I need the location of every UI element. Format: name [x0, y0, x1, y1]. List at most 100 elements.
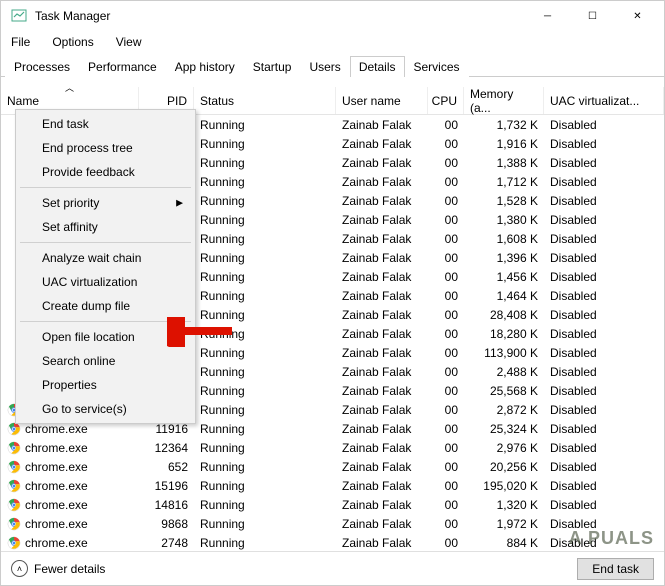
tab-app-history[interactable]: App history [166, 56, 244, 77]
cell-status: Running [194, 460, 336, 474]
tab-details[interactable]: Details [350, 56, 405, 77]
menu-item-analyze-wait-chain[interactable]: Analyze wait chain [18, 246, 193, 270]
header-status[interactable]: Status [194, 87, 336, 114]
cell-memory: 1,972 K [464, 517, 544, 531]
end-task-button[interactable]: End task [577, 558, 654, 580]
cell-status: Running [194, 327, 336, 341]
cell-cpu: 00 [428, 498, 464, 512]
cell-cpu: 00 [428, 232, 464, 246]
close-button[interactable]: ✕ [615, 1, 660, 31]
footer-bar: ˄ Fewer details End task [1, 551, 664, 585]
cell-cpu: 00 [428, 156, 464, 170]
cell-status: Running [194, 365, 336, 379]
cell-cpu: 00 [428, 308, 464, 322]
menu-item-open-file-location[interactable]: Open file location [18, 325, 193, 349]
cell-status: Running [194, 346, 336, 360]
menu-item-end-process-tree[interactable]: End process tree [18, 136, 193, 160]
submenu-arrow-icon: ▶ [176, 198, 183, 209]
cell-uac: Disabled [544, 441, 664, 455]
cell-uac: Disabled [544, 137, 664, 151]
cell-memory: 1,320 K [464, 498, 544, 512]
menu-item-create-dump-file[interactable]: Create dump file [18, 294, 193, 318]
menu-item-uac-virtualization[interactable]: UAC virtualization [18, 270, 193, 294]
window-title: Task Manager [33, 9, 525, 23]
cell-user: Zainab Falak [336, 460, 428, 474]
cell-user: Zainab Falak [336, 270, 428, 284]
cell-name: chrome.exe [1, 479, 139, 493]
cell-cpu: 00 [428, 346, 464, 360]
tab-users[interactable]: Users [300, 56, 349, 77]
menu-item-set-affinity[interactable]: Set affinity [18, 215, 193, 239]
cell-uac: Disabled [544, 365, 664, 379]
menu-item-properties[interactable]: Properties [18, 373, 193, 397]
cell-uac: Disabled [544, 213, 664, 227]
cell-pid: 2748 [139, 536, 194, 550]
menu-separator [20, 187, 191, 188]
cell-cpu: 00 [428, 422, 464, 436]
tab-performance[interactable]: Performance [79, 56, 166, 77]
menu-item-provide-feedback[interactable]: Provide feedback [18, 160, 193, 184]
header-cpu[interactable]: CPU [428, 87, 464, 114]
cell-memory: 18,280 K [464, 327, 544, 341]
cell-uac: Disabled [544, 403, 664, 417]
cell-status: Running [194, 441, 336, 455]
cell-uac: Disabled [544, 384, 664, 398]
menu-separator [20, 242, 191, 243]
cell-user: Zainab Falak [336, 479, 428, 493]
menu-file[interactable]: File [7, 33, 34, 51]
cell-status: Running [194, 251, 336, 265]
table-row[interactable]: chrome.exe15196RunningZainab Falak00195,… [1, 476, 664, 495]
cell-status: Running [194, 479, 336, 493]
header-user[interactable]: User name [336, 87, 428, 114]
header-uac[interactable]: UAC virtualizat... [544, 87, 664, 114]
cell-memory: 1,712 K [464, 175, 544, 189]
table-row[interactable]: chrome.exe2748RunningZainab Falak00884 K… [1, 533, 664, 552]
cell-name: chrome.exe [1, 460, 139, 474]
cell-uac: Disabled [544, 308, 664, 322]
maximize-button[interactable]: ☐ [570, 1, 615, 31]
cell-user: Zainab Falak [336, 403, 428, 417]
cell-user: Zainab Falak [336, 232, 428, 246]
cell-user: Zainab Falak [336, 365, 428, 379]
cell-status: Running [194, 270, 336, 284]
menu-separator [20, 321, 191, 322]
cell-user: Zainab Falak [336, 289, 428, 303]
cell-uac: Disabled [544, 194, 664, 208]
cell-uac: Disabled [544, 327, 664, 341]
cell-memory: 113,900 K [464, 346, 544, 360]
cell-status: Running [194, 232, 336, 246]
sort-indicator-icon: ︿ [65, 81, 74, 94]
menu-item-end-task[interactable]: End task [18, 112, 193, 136]
minimize-button[interactable]: ─ [525, 1, 570, 31]
tab-processes[interactable]: Processes [5, 56, 79, 77]
menu-item-go-to-service-s-[interactable]: Go to service(s) [18, 397, 193, 421]
menu-item-set-priority[interactable]: Set priority▶ [18, 191, 193, 215]
menu-item-search-online[interactable]: Search online [18, 349, 193, 373]
tab-startup[interactable]: Startup [244, 56, 301, 77]
table-row[interactable]: chrome.exe652RunningZainab Falak0020,256… [1, 457, 664, 476]
header-memory[interactable]: Memory (a... [464, 87, 544, 114]
cell-user: Zainab Falak [336, 194, 428, 208]
cell-memory: 1,388 K [464, 156, 544, 170]
table-row[interactable]: chrome.exe14816RunningZainab Falak001,32… [1, 495, 664, 514]
cell-user: Zainab Falak [336, 422, 428, 436]
fewer-details-button[interactable]: ˄ Fewer details [11, 560, 105, 577]
cell-user: Zainab Falak [336, 251, 428, 265]
cell-name: chrome.exe [1, 536, 139, 550]
tab-services[interactable]: Services [405, 56, 469, 77]
cell-cpu: 00 [428, 403, 464, 417]
table-row[interactable]: chrome.exe12364RunningZainab Falak002,97… [1, 438, 664, 457]
cell-cpu: 00 [428, 517, 464, 531]
cell-user: Zainab Falak [336, 327, 428, 341]
cell-uac: Disabled [544, 479, 664, 493]
cell-status: Running [194, 118, 336, 132]
cell-cpu: 00 [428, 194, 464, 208]
cell-cpu: 00 [428, 137, 464, 151]
cell-user: Zainab Falak [336, 346, 428, 360]
cell-cpu: 00 [428, 213, 464, 227]
menu-view[interactable]: View [112, 33, 146, 51]
table-row[interactable]: chrome.exe9868RunningZainab Falak001,972… [1, 514, 664, 533]
cell-user: Zainab Falak [336, 213, 428, 227]
cell-cpu: 00 [428, 384, 464, 398]
menu-options[interactable]: Options [48, 33, 97, 51]
